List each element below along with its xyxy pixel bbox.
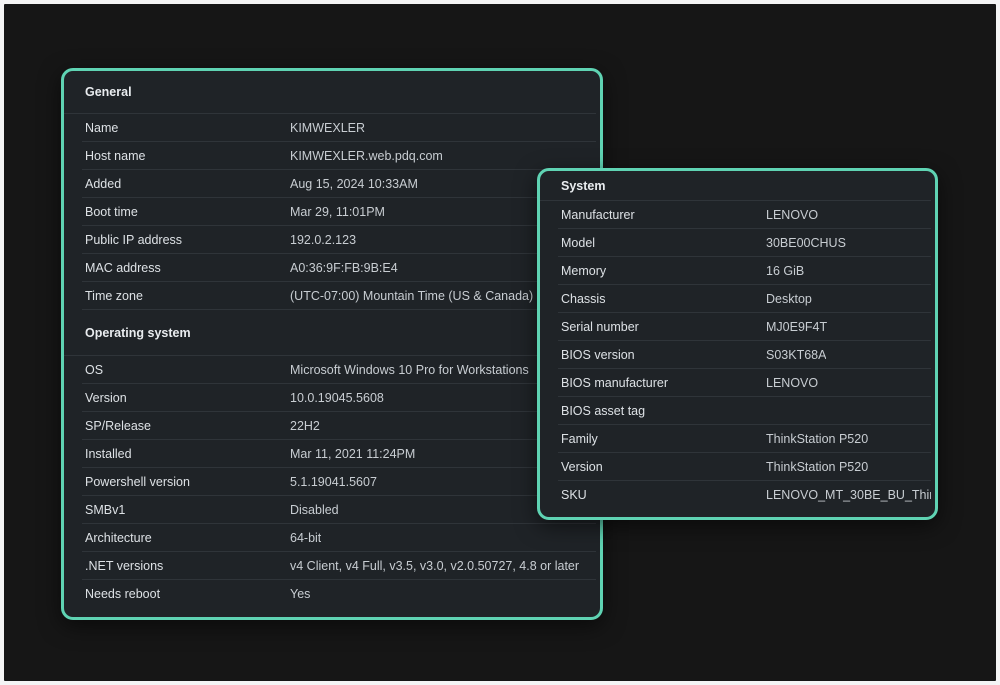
property-row-smbv1: SMBv1 Disabled [82,496,596,524]
property-label: Boot time [85,205,138,219]
property-label: Added [85,177,122,191]
property-label: SMBv1 [85,503,126,517]
property-value: 16 GiB [766,264,805,278]
property-value: Mar 11, 2021 11:24PM [290,447,416,461]
property-value: Yes [290,587,311,601]
property-row-needs-reboot: Needs reboot Yes [82,580,596,608]
property-value: LENOVO [766,208,819,222]
property-value: MJ0E9F4T [766,320,828,334]
property-row-installed: Installed Mar 11, 2021 11:24PM [82,440,596,468]
property-row-chassis: Chassis Desktop [558,285,931,313]
property-value: v4 Client, v4 Full, v3.5, v3.0, v2.0.507… [290,559,580,573]
property-value: 22H2 [290,419,320,433]
property-value: ThinkStation P520 [766,460,869,474]
property-row-model: Model 30BE00CHUS [558,229,931,257]
property-label: Name [85,121,119,135]
property-value: (UTC-07:00) Mountain Time (US & Canada) [290,289,534,303]
property-label: SP/Release [85,419,152,433]
property-label: Version [85,391,127,405]
property-row-host-name: Host name KIMWEXLER.web.pdq.com [82,142,596,170]
property-row-net-versions: .NET versions v4 Client, v4 Full, v3.5, … [82,552,596,580]
property-label: .NET versions [85,559,164,573]
property-value: Desktop [766,292,812,306]
system-panel: System Manufacturer LENOVO Model 30BE00C… [537,168,938,520]
property-row-family: Family ThinkStation P520 [558,425,931,453]
property-row-architecture: Architecture 64-bit [82,524,596,552]
property-row-bios-asset-tag: BIOS asset tag [558,397,931,425]
property-row-sku: SKU LENOVO_MT_30BE_BU_Think_FM_ThinkStat… [558,481,931,509]
property-value: 64-bit [290,531,322,545]
property-row-bios-manufacturer: BIOS manufacturer LENOVO [558,369,931,397]
property-label: Family [561,432,598,446]
property-label: Architecture [85,531,152,545]
property-label: Needs reboot [85,587,161,601]
property-label: Serial number [561,320,639,334]
property-label: Chassis [561,292,606,306]
property-value: Microsoft Windows 10 Pro for Workstation… [290,363,529,377]
property-label: OS [85,363,104,377]
property-label: Manufacturer [561,208,635,222]
property-row-time-zone: Time zone (UTC-07:00) Mountain Time (US … [82,282,596,310]
operating-system-heading: Operating system [64,310,596,356]
property-value: A0:36:9F:FB:9B:E4 [290,261,398,275]
property-row-memory: Memory 16 GiB [558,257,931,285]
property-value: KIMWEXLER.web.pdq.com [290,149,443,163]
property-row-mac-address: MAC address A0:36:9F:FB:9B:E4 [82,254,596,282]
property-value: ThinkStation P520 [766,432,869,446]
property-row-serial-number: Serial number MJ0E9F4T [558,313,931,341]
property-value: S03KT68A [766,348,827,362]
property-value: Mar 29, 11:01PM [290,205,385,219]
property-value: 30BE00CHUS [766,236,846,250]
property-label: Memory [561,264,607,278]
property-value: LENOVO [766,376,819,390]
property-value: KIMWEXLER [290,121,366,135]
property-row-version: Version 10.0.19045.5608 [82,384,596,412]
property-label: Version [561,460,603,474]
property-label: Time zone [85,289,143,303]
property-row-added: Added Aug 15, 2024 10:33AM [82,170,596,198]
property-label: MAC address [85,261,161,275]
property-value: 5.1.19041.5607 [290,475,377,489]
property-label: Powershell version [85,475,190,489]
property-label: Model [561,236,596,250]
property-label: BIOS asset tag [561,404,646,418]
property-row-name: Name KIMWEXLER [82,114,596,142]
property-row-powershell-version: Powershell version 5.1.19041.5607 [82,468,596,496]
property-value: 192.0.2.123 [290,233,357,247]
property-value: Aug 15, 2024 10:33AM [290,177,418,191]
property-row-os: OS Microsoft Windows 10 Pro for Workstat… [82,356,596,384]
property-row-system-version: Version ThinkStation P520 [558,453,931,481]
general-panel: General Name KIMWEXLER Host name KIMWEXL… [61,68,603,620]
property-label: SKU [561,488,587,502]
property-row-boot-time: Boot time Mar 29, 11:01PM [82,198,596,226]
property-label: Host name [85,149,146,163]
property-value: Disabled [290,503,339,517]
property-value: LENOVO_MT_30BE_BU_Think_FM_ThinkStation … [766,488,931,502]
general-heading: General [64,71,596,114]
property-row-sp-release: SP/Release 22H2 [82,412,596,440]
property-row-bios-version: BIOS version S03KT68A [558,341,931,369]
system-heading: System [540,171,931,201]
property-label: BIOS version [561,348,635,362]
property-value: 10.0.19045.5608 [290,391,384,405]
property-label: Public IP address [85,233,183,247]
property-label: Installed [85,447,132,461]
property-row-manufacturer: Manufacturer LENOVO [558,201,931,229]
property-row-public-ip: Public IP address 192.0.2.123 [82,226,596,254]
property-label: BIOS manufacturer [561,376,668,390]
